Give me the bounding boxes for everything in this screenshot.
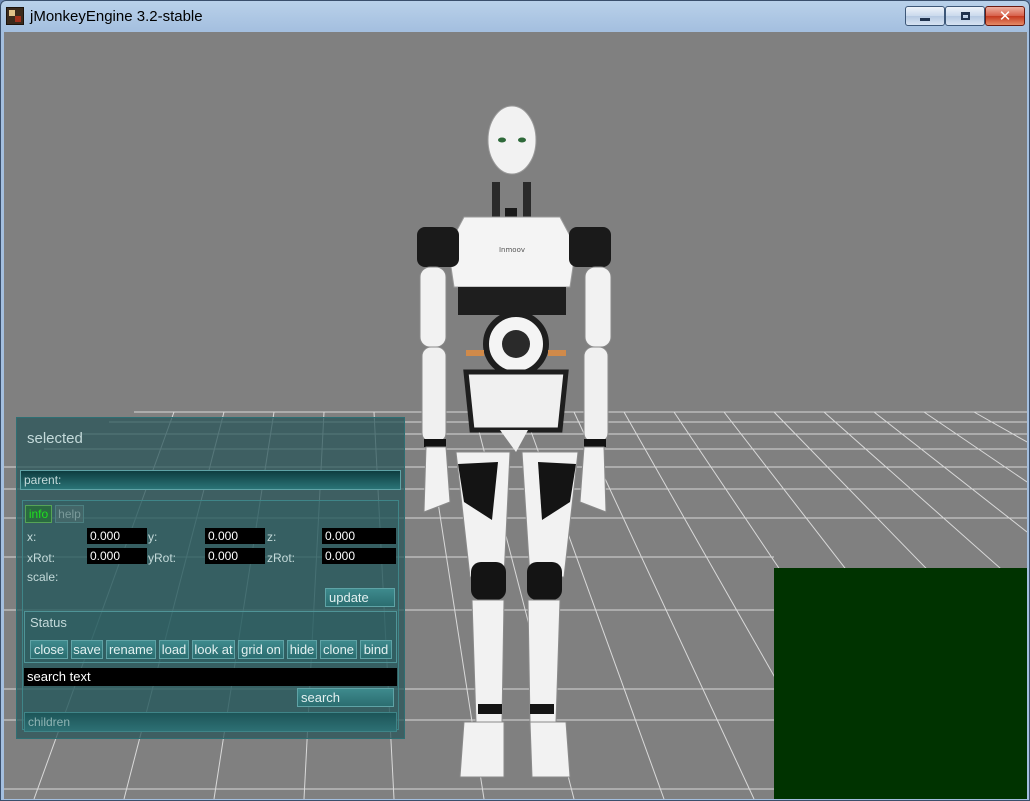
green-overlay-panel xyxy=(774,568,1027,799)
robot-belt-right xyxy=(548,350,566,356)
x-label: x: xyxy=(27,530,37,544)
zrot-field[interactable]: 0.000 xyxy=(322,548,396,564)
close-button[interactable]: ✕ xyxy=(985,6,1025,26)
clone-action-button[interactable]: clone xyxy=(320,640,357,659)
scale-label: scale: xyxy=(27,570,59,584)
zrot-label: zRot: xyxy=(267,551,296,565)
selection-panel: selected parent: info help x: 0.000 y: 0… xyxy=(16,417,405,739)
panel-title: selected xyxy=(27,430,83,447)
robot-shoulder-right xyxy=(569,227,611,267)
bind-action-button[interactable]: bind xyxy=(360,640,392,659)
z-label: z: xyxy=(267,530,277,544)
robot-wrist-right xyxy=(584,439,606,447)
close-icon: ✕ xyxy=(998,6,1012,25)
robot-belly-center xyxy=(502,330,530,358)
inmoov-robot-model[interactable]: Inmoov xyxy=(417,105,612,778)
grid-on-action-button[interactable]: grid on xyxy=(238,640,284,659)
robot-shin-left xyxy=(471,599,505,723)
rename-action-button[interactable]: rename xyxy=(106,640,156,659)
title-bar[interactable]: jMonkeyEngine 3.2-stable ✕ xyxy=(1,1,1029,31)
children-label: children xyxy=(28,715,71,729)
yrot-field[interactable]: 0.000 xyxy=(205,548,265,564)
status-label: Status xyxy=(30,615,67,630)
robot-ankle-right xyxy=(530,704,554,714)
robot-hand-left xyxy=(423,446,451,513)
grid-line xyxy=(973,411,1027,443)
maximize-icon xyxy=(960,12,970,20)
robot-foot-left xyxy=(459,721,505,778)
children-bar[interactable]: children xyxy=(24,712,397,732)
robot-midsection xyxy=(458,287,566,315)
xrot-field[interactable]: 0.000 xyxy=(87,548,147,564)
search-input[interactable]: search text xyxy=(24,668,397,686)
robot-wrist-left xyxy=(424,439,446,447)
hide-action-button[interactable]: hide xyxy=(287,640,317,659)
robot-ankle-left xyxy=(478,704,502,714)
save-action-button[interactable]: save xyxy=(71,640,103,659)
maximize-button[interactable] xyxy=(945,6,985,26)
robot-belt-left xyxy=(466,350,484,356)
x-field[interactable]: 0.000 xyxy=(87,528,147,544)
tab-help[interactable]: help xyxy=(55,505,84,523)
robot-upper-arm-left xyxy=(419,266,447,348)
tab-info[interactable]: info xyxy=(25,505,52,523)
robot-knee-right xyxy=(527,562,562,600)
robot-shin-right xyxy=(527,599,561,723)
robot-eye-left xyxy=(498,137,506,143)
robot-forearm-left xyxy=(421,346,447,443)
robot-knee-left xyxy=(471,562,506,600)
look-at-action-button[interactable]: look at xyxy=(192,640,235,659)
minimize-button[interactable] xyxy=(905,6,945,26)
jmonkey-app-icon xyxy=(6,7,24,25)
robot-hips xyxy=(463,369,569,433)
minimize-icon xyxy=(920,17,930,21)
load-action-button[interactable]: load xyxy=(159,640,189,659)
robot-hand-right xyxy=(579,446,607,513)
3d-viewport[interactable]: Inmoov selected parent: info help x: 0.0… xyxy=(4,32,1027,799)
xrot-label: xRot: xyxy=(27,551,56,565)
z-field[interactable]: 0.000 xyxy=(322,528,396,544)
y-label: y: xyxy=(148,530,158,544)
parent-label: parent: xyxy=(24,473,62,487)
update-button[interactable]: update xyxy=(325,588,395,607)
yrot-label: yRot: xyxy=(148,551,177,565)
robot-forearm-right xyxy=(583,346,609,443)
robot-chest-logo: Inmoov xyxy=(499,246,525,254)
window-title: jMonkeyEngine 3.2-stable xyxy=(30,8,203,25)
robot-shoulder-left xyxy=(417,227,459,267)
app-window: jMonkeyEngine 3.2-stable ✕ Inmoov select… xyxy=(0,0,1030,801)
close-action-button[interactable]: close xyxy=(30,640,68,659)
robot-eye-right xyxy=(518,137,526,143)
robot-upper-arm-right xyxy=(584,266,612,348)
robot-head xyxy=(487,105,537,175)
robot-foot-right xyxy=(529,721,571,778)
grid-line xyxy=(823,411,1027,593)
y-field[interactable]: 0.000 xyxy=(205,528,265,544)
search-button[interactable]: search xyxy=(297,688,394,707)
parent-bar[interactable]: parent: xyxy=(20,470,401,490)
